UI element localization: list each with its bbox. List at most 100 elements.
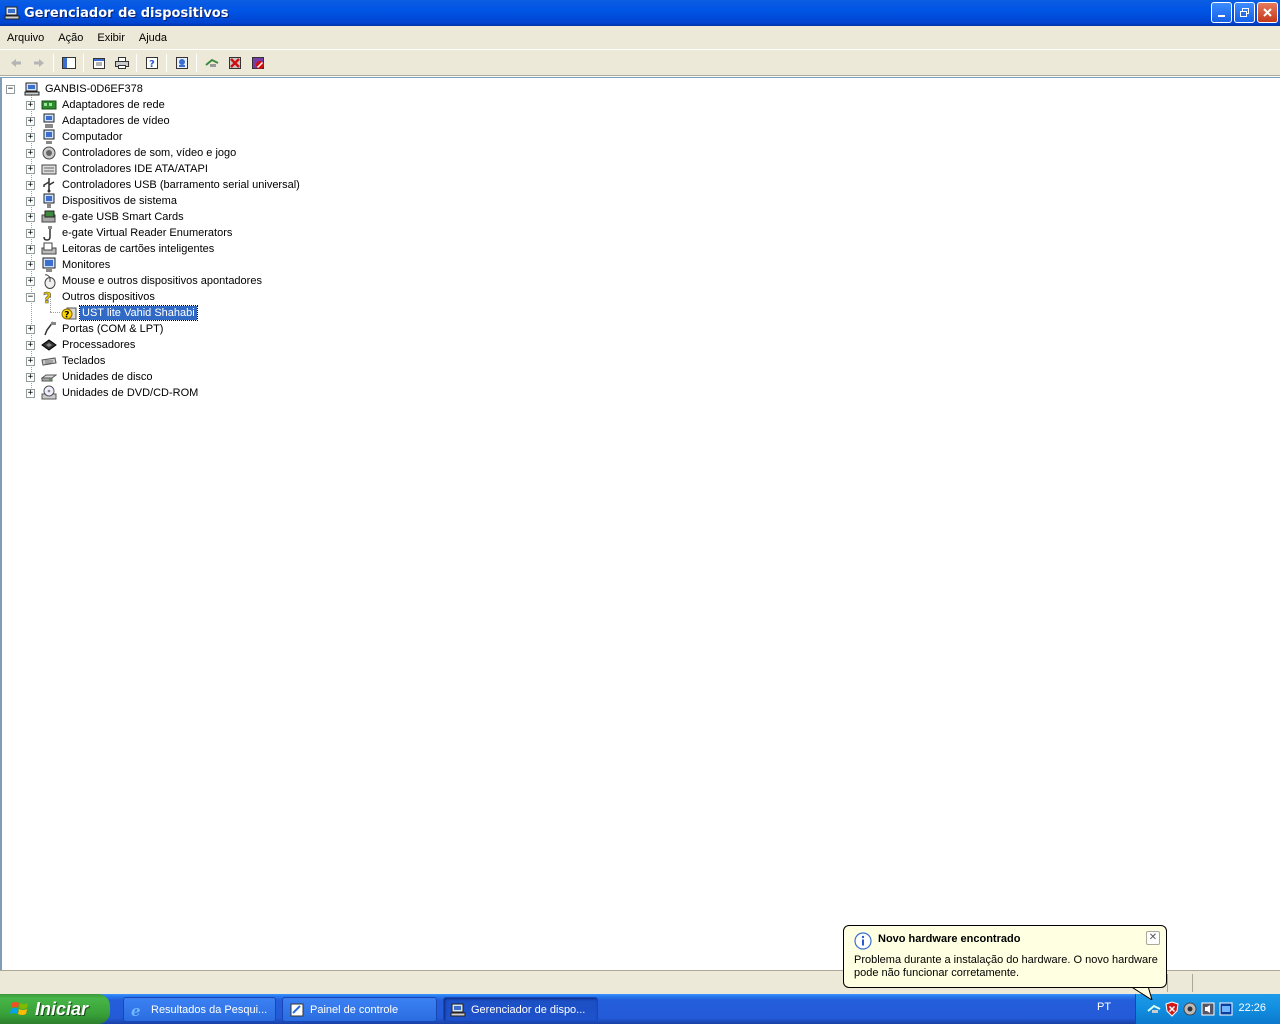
tree-item-dispositivos-sistema[interactable]: + Dispositivos de sistema — [26, 193, 179, 209]
tree-item-label: Computador — [62, 131, 123, 143]
device-manager-icon — [4, 6, 20, 20]
scan-hardware-button[interactable] — [200, 52, 223, 74]
uninstall-button[interactable] — [223, 52, 246, 74]
back-button[interactable] — [4, 52, 27, 74]
menu-exibir[interactable]: Exibir — [90, 27, 132, 49]
tree-item-label: Adaptadores de vídeo — [62, 115, 170, 127]
balloon-tail — [1130, 986, 1153, 1000]
smart-card-icon — [41, 210, 56, 223]
show-hide-tree-button[interactable] — [57, 52, 80, 74]
tree-item-teclados[interactable]: + Teclados — [26, 353, 107, 369]
disable-button[interactable] — [246, 52, 269, 74]
unknown-device-icon: ? — [43, 289, 52, 305]
collapse-toggle[interactable]: − — [6, 84, 15, 94]
tree-item-adaptadores-rede[interactable]: + Adaptadores de rede — [26, 97, 167, 113]
print-button[interactable] — [110, 52, 133, 74]
expand-toggle[interactable]: + — [26, 196, 35, 206]
expand-toggle[interactable]: + — [26, 244, 35, 254]
expand-toggle[interactable]: + — [26, 340, 35, 350]
menu-acao[interactable]: Ação — [51, 27, 90, 49]
speaker-icon — [42, 146, 56, 160]
tree-item-label: Leitoras de cartões inteligentes — [62, 243, 215, 255]
help-button[interactable]: ? — [140, 52, 163, 74]
forward-button[interactable] — [27, 52, 50, 74]
security-shield-icon[interactable] — [1164, 1001, 1180, 1017]
tree-item-unidades-dvd[interactable]: + Unidades de DVD/CD-ROM — [26, 385, 200, 401]
tree-item-egate-usb[interactable]: + e-gate USB Smart Cards — [26, 209, 186, 225]
expand-toggle[interactable]: + — [26, 260, 35, 270]
language-indicator[interactable]: PT — [1097, 1001, 1111, 1013]
taskbar-item-label: Painel de controle — [310, 1003, 399, 1016]
tree-item-label: Outros dispositivos — [62, 291, 155, 303]
expand-toggle[interactable]: + — [26, 164, 35, 174]
taskbar-item-ie[interactable]: e Resultados da Pesqui... — [123, 997, 276, 1022]
expand-toggle[interactable]: + — [26, 276, 35, 286]
expand-toggle[interactable]: + — [26, 324, 35, 334]
expand-toggle[interactable]: + — [26, 356, 35, 366]
restore-icon — [1240, 8, 1249, 17]
expand-toggle[interactable]: + — [26, 132, 35, 142]
balloon-close-button[interactable]: ✕ — [1146, 931, 1160, 945]
start-button[interactable]: Iniciar — [0, 994, 110, 1024]
antivirus-icon[interactable] — [1182, 1001, 1198, 1017]
tree-item-mouse[interactable]: + Mouse e outros dispositivos apontadore… — [26, 273, 264, 289]
tree-item-processadores[interactable]: + Processadores — [26, 337, 137, 353]
tree-item-unidades-disco[interactable]: + Unidades de disco — [26, 369, 155, 385]
collapse-toggle[interactable]: − — [26, 292, 35, 302]
tree-item-outros-dispositivos[interactable]: − ? Outros dispositivos — [26, 289, 157, 305]
taskbar-item-label: Resultados da Pesqui... — [151, 1003, 268, 1016]
expand-toggle[interactable]: + — [26, 388, 35, 398]
tree-item-label: Portas (COM & LPT) — [62, 323, 164, 335]
taskbar-item-device-manager[interactable]: Gerenciador de dispo... — [443, 997, 598, 1022]
menu-arquivo[interactable]: Arquivo — [0, 27, 51, 49]
computer-icon — [24, 82, 40, 96]
close-icon — [1263, 8, 1272, 17]
svg-text:e: e — [131, 1002, 141, 1018]
tree-item-leitoras-cartoes[interactable]: + Leitoras de cartões inteligentes — [26, 241, 216, 257]
root-label: GANBIS-0D6EF378 — [45, 83, 143, 95]
properties-button[interactable] — [87, 52, 110, 74]
toolbar-separator — [136, 53, 137, 72]
disk-drive-icon — [41, 374, 57, 382]
tree-item-controladores-som[interactable]: + Controladores de som, vídeo e jogo — [26, 145, 238, 161]
minimize-button[interactable] — [1211, 2, 1232, 23]
tree-root[interactable]: − GANBIS-0D6EF378 — [6, 81, 145, 97]
tree-item-controladores-usb[interactable]: + Controladores USB (barramento serial u… — [26, 177, 302, 193]
usb-icon — [43, 178, 55, 193]
title-bar[interactable]: Gerenciador de dispositivos — [0, 0, 1280, 26]
close-button[interactable] — [1257, 2, 1278, 23]
expand-toggle[interactable]: + — [26, 100, 35, 110]
tree-item-label: Unidades de disco — [62, 371, 153, 383]
update-driver-button[interactable] — [170, 52, 193, 74]
notification-balloon[interactable]: Novo hardware encontrado ✕ Problema dura… — [843, 925, 1167, 988]
dvd-drive-icon — [41, 385, 57, 400]
network-status-icon[interactable] — [1218, 1001, 1234, 1017]
expand-toggle[interactable]: + — [26, 180, 35, 190]
tree-item-adaptadores-video[interactable]: + Adaptadores de vídeo — [26, 113, 172, 129]
expand-toggle[interactable]: + — [26, 228, 35, 238]
expand-toggle[interactable]: + — [26, 116, 35, 126]
tree-item-computador[interactable]: + Computador — [26, 129, 125, 145]
svg-text:?: ? — [43, 289, 52, 305]
computer-icon — [43, 129, 55, 144]
network-adapter-icon — [41, 100, 57, 110]
clock[interactable]: 22:26 — [1238, 1002, 1266, 1014]
taskbar-item-control-panel[interactable]: Painel de controle — [282, 997, 437, 1022]
tree-item-monitores[interactable]: + Monitores — [26, 257, 112, 273]
ide-controller-icon — [41, 164, 57, 175]
tree-item-egate-virtual[interactable]: + e-gate Virtual Reader Enumerators — [26, 225, 234, 241]
restore-button[interactable] — [1234, 2, 1255, 23]
device-tree[interactable]: − GANBIS-0D6EF378 + Adaptadores de rede … — [0, 77, 1280, 970]
expand-toggle[interactable]: + — [26, 148, 35, 158]
taskbar: Iniciar e Resultados da Pesqui... Painel… — [0, 994, 1280, 1024]
tree-item-ust-lite[interactable]: ? UST lite Vahid Shahabi — [61, 305, 198, 321]
expand-toggle[interactable]: + — [26, 212, 35, 222]
balloon-title: Novo hardware encontrado — [878, 933, 1021, 945]
menu-ajuda[interactable]: Ajuda — [132, 27, 174, 49]
volume-icon[interactable] — [1200, 1001, 1216, 1017]
new-hardware-icon[interactable] — [1146, 1001, 1162, 1017]
tree-item-portas[interactable]: + Portas (COM & LPT) — [26, 321, 165, 337]
virtual-reader-icon — [43, 226, 52, 241]
expand-toggle[interactable]: + — [26, 372, 35, 382]
tree-item-controladores-ide[interactable]: + Controladores IDE ATA/ATAPI — [26, 161, 210, 177]
